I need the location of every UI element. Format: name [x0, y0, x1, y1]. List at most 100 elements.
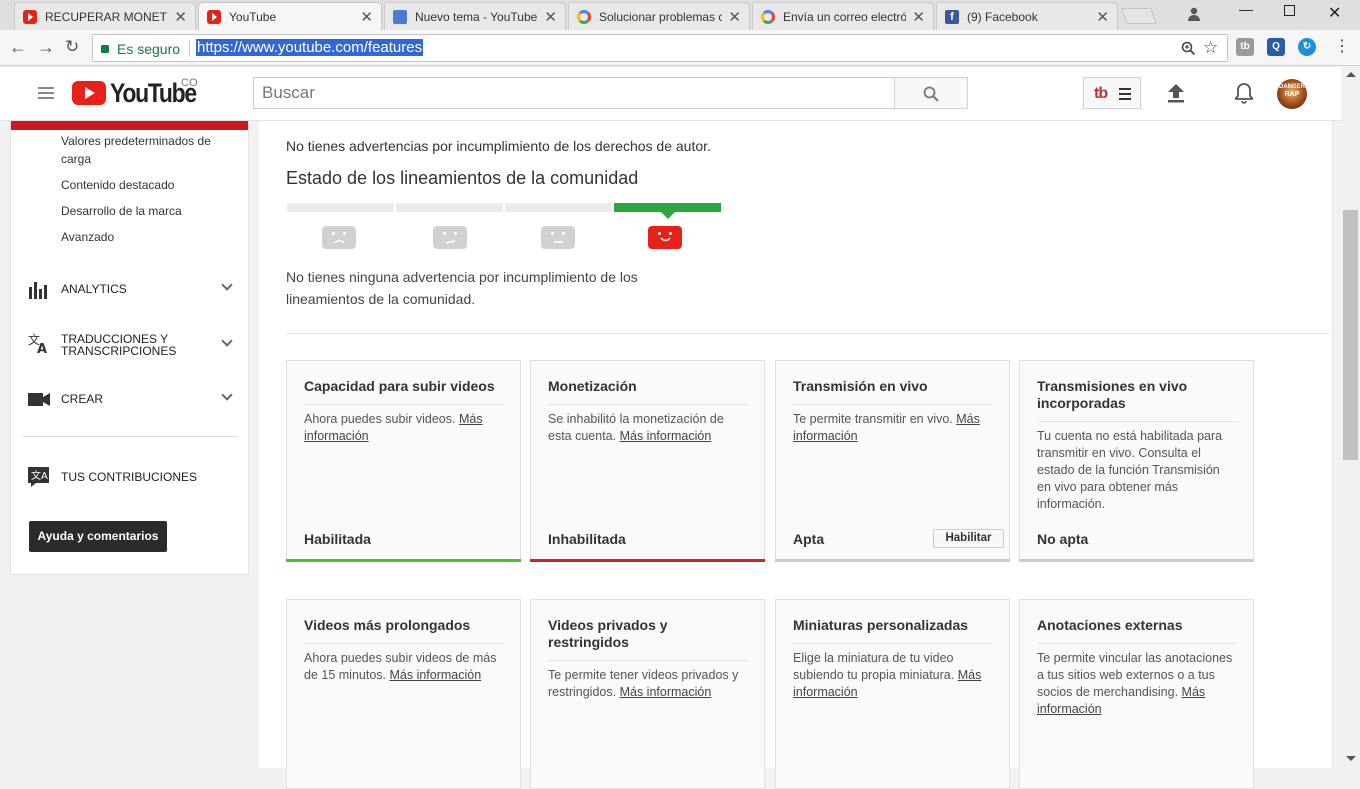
sidebar-section-contributions[interactable]: 文A TUS CONTRIBUCIONES [27, 462, 237, 492]
sidebar-active-section-indicator [11, 121, 248, 130]
browser-tab[interactable]: f (9) Facebook ✕ [936, 2, 1118, 30]
uneasy-face-icon [433, 226, 467, 249]
close-window-icon[interactable]: ✕ [1328, 3, 1341, 23]
menu-icon[interactable] [38, 87, 54, 102]
minimize-icon[interactable]: — [1239, 1, 1253, 17]
upload-icon[interactable] [1167, 83, 1185, 103]
chevron-down-icon[interactable] [221, 389, 233, 401]
avatar[interactable]: DANGER RAP [1277, 79, 1307, 109]
youtube-header: YouTube CO Buscar tb DANGER RAP [0, 67, 1360, 121]
close-icon[interactable]: ✕ [912, 8, 925, 26]
scrollbar-thumb[interactable] [1343, 210, 1358, 460]
svg-text:文A: 文A [31, 469, 48, 482]
bookmark-star-icon[interactable]: ☆ [1203, 38, 1218, 58]
sidebar-item-featured-content[interactable]: Contenido destacado [61, 176, 174, 194]
document-icon [393, 9, 407, 24]
profile-icon[interactable] [1186, 6, 1202, 22]
section-divider [286, 333, 1329, 334]
sidebar-item-advanced[interactable]: Avanzado [61, 228, 114, 246]
new-tab-button[interactable] [1121, 8, 1157, 24]
sad-face-icon [322, 226, 356, 249]
sidebar-section-create[interactable]: CREAR [27, 384, 237, 414]
sidebar-divider [23, 436, 238, 437]
svg-text:A: A [37, 342, 47, 354]
close-icon[interactable]: ✕ [360, 8, 373, 26]
status-bar [286, 559, 521, 562]
close-icon[interactable]: ✕ [174, 8, 187, 26]
feature-card-external-annotations: Anotaciones externas Te permite vincular… [1019, 599, 1254, 789]
chevron-down-icon[interactable] [221, 335, 233, 347]
sidebar-item-branding[interactable]: Desarrollo de la marca [61, 202, 182, 220]
strike-meter-pointer [661, 212, 675, 219]
search-input[interactable]: Buscar [253, 77, 895, 109]
sidebar-section-analytics[interactable]: ANALYTICS [27, 274, 237, 304]
secure-indicator[interactable]: Es seguro [101, 41, 180, 57]
reload-icon[interactable]: ↻ [65, 37, 79, 57]
translate-icon: 文A [28, 332, 47, 354]
search-icon [923, 86, 939, 102]
feature-card-monetization: Monetización Se inhabilitó la monetizaci… [530, 360, 765, 562]
zoom-icon[interactable] [1181, 41, 1196, 56]
url-text[interactable]: https://www.youtube.com/features [196, 39, 424, 56]
browser-tab-title: RECUPERAR MONETIZA [45, 9, 168, 24]
tubebuddy-button[interactable]: tb [1083, 77, 1141, 109]
close-icon[interactable]: ✕ [544, 8, 557, 26]
sidebar-item-upload-defaults[interactable]: Valores predeterminados de carga [61, 132, 231, 168]
search-button[interactable] [894, 77, 968, 109]
back-icon[interactable]: ← [9, 37, 27, 58]
browser-tab-title: YouTube [229, 9, 277, 24]
card-title: Videos privados y restringidos [548, 617, 748, 661]
youtube-logo-icon[interactable] [72, 81, 106, 105]
more-info-link[interactable]: Más información [620, 685, 712, 699]
browser-tab-title: Envía un correo electró [783, 9, 907, 24]
status-bar [1019, 559, 1254, 562]
scroll-up-arrow-icon[interactable] [1346, 72, 1356, 77]
address-bar[interactable]: Es seguro https://www.youtube.com/featur… [92, 34, 1228, 62]
chevron-down-icon[interactable] [221, 279, 233, 291]
card-description: Se inhabilitó la monetización de esta cu… [548, 412, 724, 443]
card-title: Videos más prolongados [304, 617, 504, 644]
scroll-down-arrow-icon[interactable] [1346, 756, 1356, 761]
help-feedback-button[interactable]: Ayuda y comentarios [29, 521, 167, 552]
forward-icon[interactable]: → [37, 37, 55, 58]
card-description: Te permite transmitir en vivo. Más infor… [793, 412, 980, 443]
sidebar-section-translations[interactable]: 文A TRADUCCIONES Y TRANSCRIPCIONES [27, 328, 237, 362]
browser-tab-strip: RECUPERAR MONETIZA ✕ YouTube ✕ Nuevo tem… [0, 0, 1360, 30]
notifications-bell-icon[interactable] [1235, 82, 1253, 104]
tubebuddy-extension-icon[interactable]: tb [1236, 38, 1254, 56]
neutral-face-icon [541, 226, 575, 249]
restore-icon[interactable] [1284, 5, 1295, 16]
card-title: Capacidad para subir videos [304, 378, 504, 405]
browser-menu-icon[interactable]: ⋮ [1334, 36, 1350, 56]
youtube-icon [207, 9, 221, 24]
browser-toolbar: ← → ↻ Es seguro https://www.youtube.com/… [0, 30, 1360, 66]
browser-tab[interactable]: RECUPERAR MONETIZA ✕ [14, 2, 196, 30]
browser-tab-active[interactable]: YouTube ✕ [198, 2, 382, 30]
card-status: Inhabilitada [548, 531, 626, 547]
browser-tab-title: Nuevo tema - YouTube [415, 9, 538, 24]
card-description: Ahora puedes subir videos de más de 15 m… [304, 651, 497, 682]
sidebar-section-label: ANALYTICS [61, 282, 127, 296]
sidebar-section-label: TUS CONTRIBUCIONES [61, 470, 198, 484]
strike-meter-segment [505, 203, 612, 212]
close-icon[interactable]: ✕ [1096, 8, 1109, 26]
browser-tab[interactable]: Solucionar problemas c ✕ [568, 2, 750, 30]
lock-icon [101, 45, 109, 53]
browser-tab[interactable]: Envía un correo electró ✕ [752, 2, 934, 30]
close-icon[interactable]: ✕ [728, 8, 741, 26]
more-info-link[interactable]: Más información [620, 429, 712, 443]
card-title: Transmisión en vivo [793, 378, 993, 405]
feature-card-embedded-live: Transmisiones en vivo incorporadas Tu cu… [1019, 360, 1254, 562]
browser-tab-title: Solucionar problemas c [599, 9, 723, 24]
search-extension-icon[interactable]: Q [1267, 38, 1285, 56]
extension-icon[interactable]: ↻ [1298, 38, 1316, 56]
community-guidelines-description: No tienes ninguna advertencia por incump… [286, 269, 638, 307]
enable-button[interactable]: Habilitar [933, 529, 1004, 548]
card-description: Tu cuenta no está habilitada para transm… [1037, 429, 1223, 511]
country-code: CO [181, 77, 198, 89]
more-info-link[interactable]: Más información [389, 668, 481, 682]
status-bar [530, 559, 765, 562]
avatar-text: DANGER [1278, 84, 1305, 90]
browser-tab[interactable]: Nuevo tema - YouTube ✕ [384, 2, 566, 30]
google-icon [761, 9, 775, 24]
